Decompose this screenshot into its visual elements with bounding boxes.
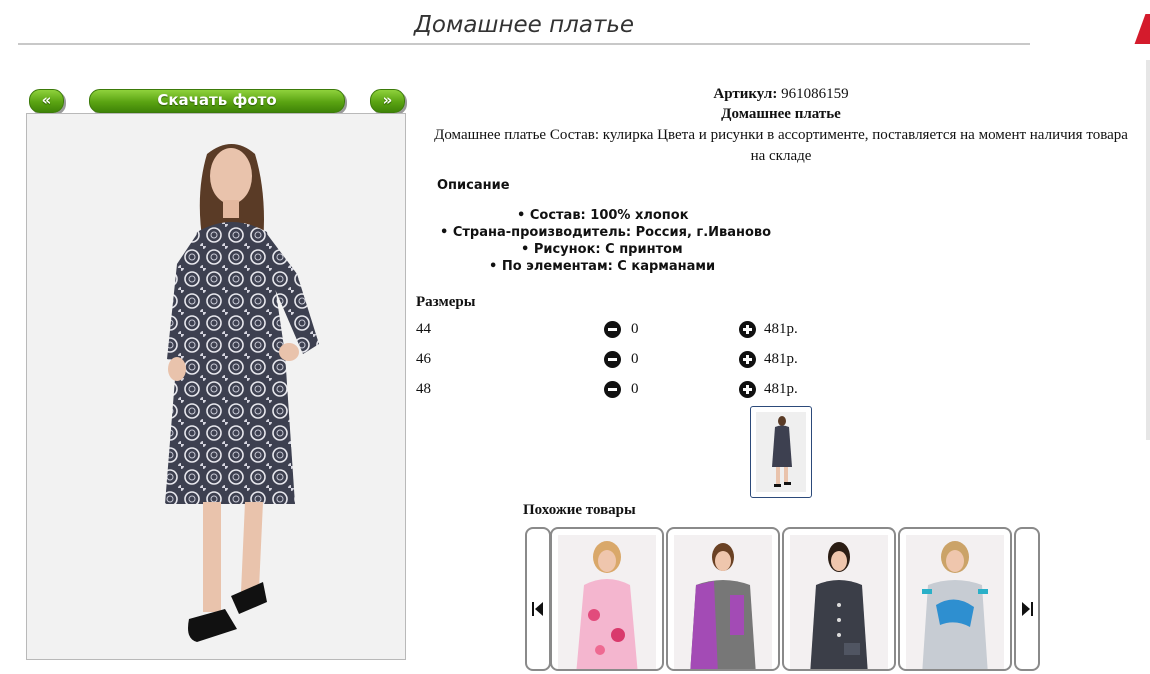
plus-circle-icon[interactable] xyxy=(739,351,756,368)
minus-circle-icon[interactable] xyxy=(604,381,621,398)
spec-text: Состав: 100% хлопок xyxy=(529,208,689,223)
title-divider xyxy=(18,43,1030,45)
size-label: 48 xyxy=(416,381,431,397)
article-value: 961086159 xyxy=(781,86,849,102)
price: 481р. xyxy=(764,381,798,397)
price: 481р. xyxy=(764,321,798,337)
similar-heading: Похожие товары xyxy=(523,502,636,518)
scrollbar[interactable] xyxy=(1146,60,1150,440)
spec-item: • Рисунок: С принтом xyxy=(521,242,683,257)
quantity-value: 0 xyxy=(631,321,639,337)
carousel-prev-button[interactable] xyxy=(525,527,551,671)
similar-product-card[interactable] xyxy=(550,527,664,671)
plus-circle-icon[interactable] xyxy=(739,381,756,398)
spec-item: • Состав: 100% хлопок xyxy=(517,208,689,223)
product-name: Домашнее платье xyxy=(721,106,841,122)
pink-floral-robe-image xyxy=(558,535,656,669)
product-description: Домашнее платье Состав: кулирка Цвета и … xyxy=(434,127,1128,164)
article-line: Артикул: 961086159 xyxy=(430,86,1132,103)
prev-photo-button[interactable]: « xyxy=(29,89,64,113)
skip-previous-icon xyxy=(532,602,543,616)
sizes-heading: Размеры xyxy=(416,294,476,310)
grey-purple-dress-image xyxy=(674,535,772,669)
skip-next-icon xyxy=(1022,602,1033,616)
spec-text: По элементам: С карманами xyxy=(501,259,716,274)
thumbnail-image xyxy=(756,412,806,492)
description-heading: Описание xyxy=(437,178,510,193)
spec-text: Рисунок: С принтом xyxy=(533,242,683,257)
product-photo[interactable] xyxy=(26,113,406,660)
size-label: 44 xyxy=(416,321,431,337)
minus-circle-icon[interactable] xyxy=(604,321,621,338)
photo-thumbnail[interactable] xyxy=(750,406,812,498)
spec-item: • По элементам: С карманами xyxy=(489,259,716,274)
quantity-value: 0 xyxy=(631,351,639,367)
similar-product-card[interactable] xyxy=(898,527,1012,671)
price: 481р. xyxy=(764,351,798,367)
carousel-next-button[interactable] xyxy=(1014,527,1040,671)
similar-product-card[interactable] xyxy=(666,527,780,671)
similar-product-card[interactable] xyxy=(782,527,896,671)
article-label: Артикул: xyxy=(713,86,778,102)
quantity-value: 0 xyxy=(631,381,639,397)
model-in-dress-image xyxy=(27,114,405,659)
download-photo-button[interactable]: Скачать фото xyxy=(89,89,345,113)
size-label: 46 xyxy=(416,351,431,367)
next-photo-button[interactable]: » xyxy=(370,89,405,113)
spec-text: Страна-производитель: Россия, г.Иваново xyxy=(452,225,772,240)
minus-circle-icon[interactable] xyxy=(604,351,621,368)
plus-circle-icon[interactable] xyxy=(739,321,756,338)
brand-mark xyxy=(1134,14,1150,44)
spec-item: • Страна-производитель: Россия, г.Иванов… xyxy=(440,225,772,240)
grey-blue-print-dress-image xyxy=(906,535,1004,669)
dark-dotted-dress-image xyxy=(790,535,888,669)
page-title: Домашнее платье xyxy=(413,12,635,38)
